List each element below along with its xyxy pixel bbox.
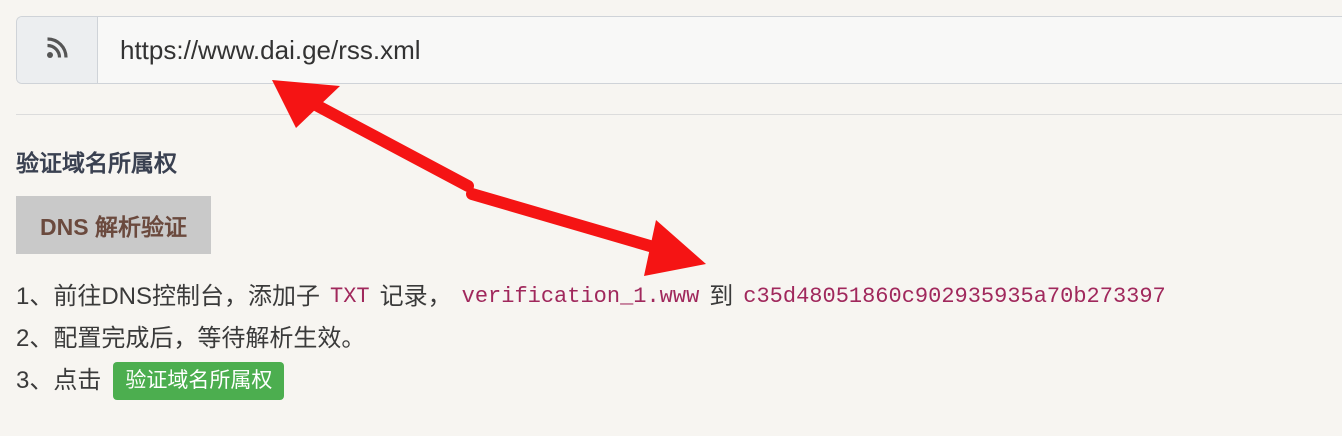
record-host-code: verification_1.www <box>461 284 700 309</box>
url-addon <box>17 17 98 83</box>
step-1: 1、前往DNS控制台，添加子 TXT 记录， verification_1.ww… <box>16 276 1176 318</box>
step1-to-text: 到 <box>709 283 734 310</box>
feed-url-input[interactable] <box>98 17 1342 83</box>
rss-icon <box>46 36 68 64</box>
url-bar <box>16 16 1342 84</box>
dns-method-tab[interactable]: DNS 解析验证 <box>16 196 211 254</box>
step2-text: 2、配置完成后，等待解析生效。 <box>16 325 366 352</box>
record-value-code: c35d48051860c902935935a70b273397 <box>743 284 1166 309</box>
steps-list: 1、前往DNS控制台，添加子 TXT 记录， verification_1.ww… <box>16 276 1176 402</box>
record-type-code: TXT <box>330 284 370 309</box>
page: 验证域名所属权 DNS 解析验证 1、前往DNS控制台，添加子 TXT 记录， … <box>0 0 1342 436</box>
divider <box>16 114 1342 115</box>
step3-prefix: 3、点击 <box>16 367 102 394</box>
verify-domain-button[interactable]: 验证域名所属权 <box>113 362 285 400</box>
step-2: 2、配置完成后，等待解析生效。 <box>16 318 1176 360</box>
section-title: 验证域名所属权 <box>16 150 177 176</box>
step-3: 3、点击 验证域名所属权 <box>16 360 1176 402</box>
step1-prefix: 1、前往DNS控制台，添加子 <box>16 283 321 310</box>
step1-record-text: 记录， <box>379 283 452 310</box>
annotation-arrow-down <box>466 188 706 276</box>
annotation-arrow-up <box>272 80 474 192</box>
